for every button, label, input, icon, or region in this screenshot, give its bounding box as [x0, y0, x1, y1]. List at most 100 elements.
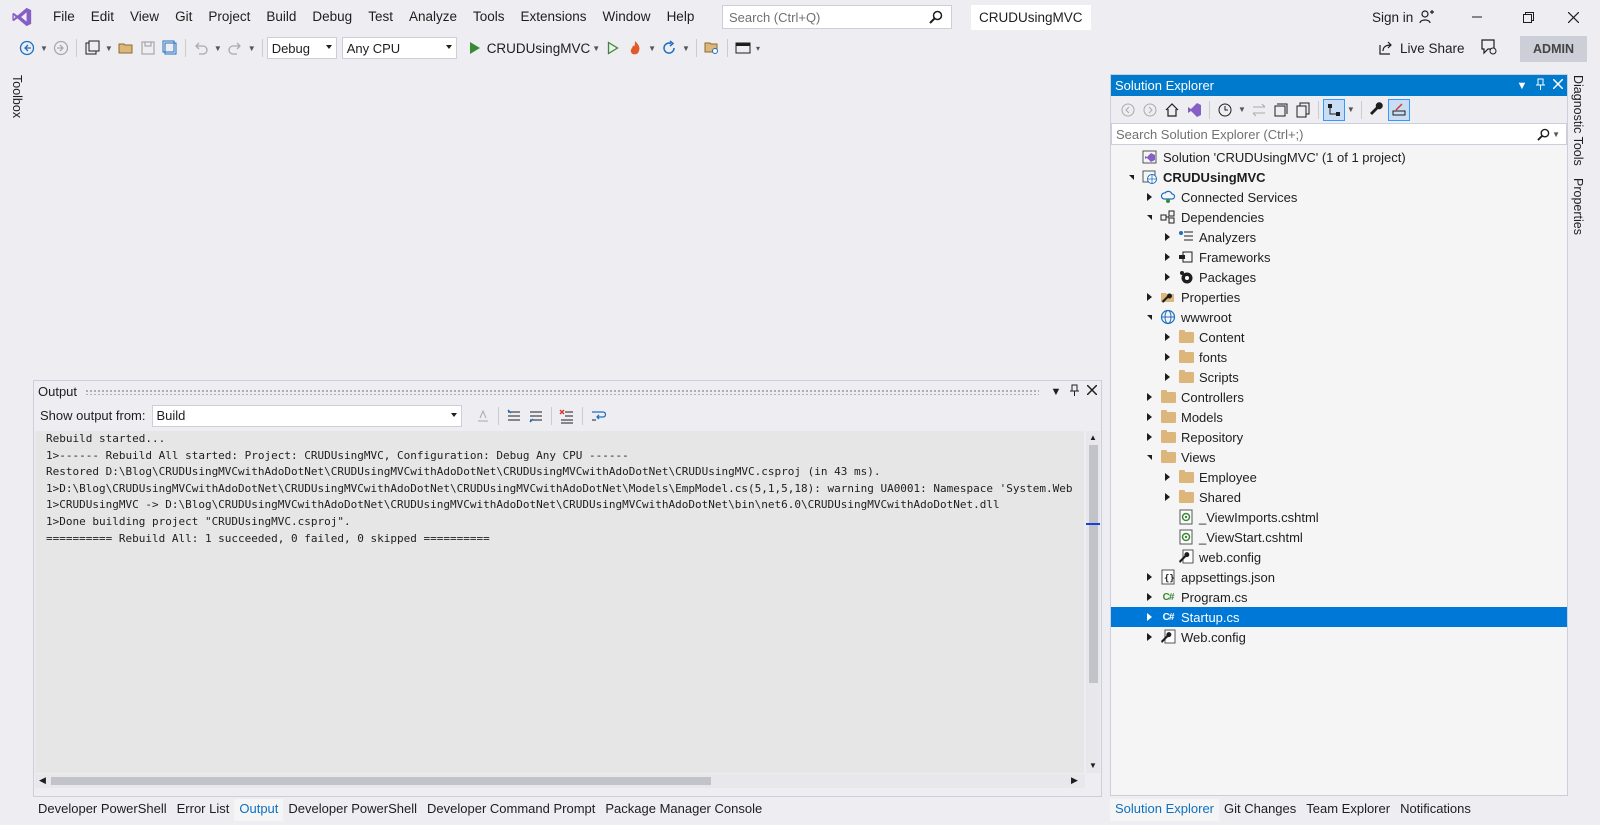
tree-item[interactable]: C# Startup.cs — [1111, 607, 1567, 627]
collapse-arrow-icon[interactable] — [1141, 447, 1157, 467]
scrollbar-thumb[interactable] — [51, 777, 711, 785]
pin-icon[interactable] — [1531, 78, 1549, 93]
open-file-button[interactable] — [115, 37, 137, 59]
hot-reload-button[interactable] — [624, 37, 646, 59]
collapse-arrow-icon[interactable] — [1123, 167, 1139, 187]
back-button[interactable] — [1117, 99, 1139, 121]
tree-item[interactable]: Web.config — [1111, 627, 1567, 647]
tree-item[interactable]: _ViewImports.cshtml — [1111, 507, 1567, 527]
menu-analyze[interactable]: Analyze — [401, 0, 465, 34]
tree-item[interactable]: Dependencies — [1111, 207, 1567, 227]
chevron-down-icon[interactable]: ▼ — [1238, 105, 1246, 114]
output-vertical-scrollbar[interactable]: ▲ ▼ — [1086, 431, 1100, 773]
expand-arrow-icon[interactable] — [1141, 627, 1157, 647]
tree-item[interactable]: Solution 'CRUDUsingMVC' (1 of 1 project) — [1111, 147, 1567, 167]
expand-arrow-icon[interactable] — [1141, 427, 1157, 447]
sign-in-button[interactable]: Sign in — [1372, 0, 1435, 34]
tree-item[interactable]: Frameworks — [1111, 247, 1567, 267]
forward-button[interactable] — [1139, 99, 1161, 121]
solution-explorer-title-bar[interactable]: Solution Explorer ▼ — [1111, 75, 1567, 96]
tab-developer-powershell[interactable]: Developer PowerShell — [33, 799, 172, 821]
menu-test[interactable]: Test — [360, 0, 401, 34]
find-in-files-button[interactable] — [701, 37, 723, 59]
expand-arrow-icon[interactable] — [1141, 607, 1157, 627]
chevron-down-icon[interactable]: ▼ — [682, 44, 690, 53]
save-button[interactable] — [137, 37, 159, 59]
live-share-button[interactable]: Live Share — [1378, 37, 1465, 59]
tree-view-toggle-button[interactable] — [1322, 98, 1345, 121]
output-title-bar[interactable]: Output ▼ — [34, 381, 1101, 402]
output-horizontal-scrollbar[interactable]: ◀ ▶ — [35, 774, 1085, 788]
expand-arrow-icon[interactable] — [1141, 407, 1157, 427]
scroll-left-icon[interactable]: ◀ — [39, 775, 46, 786]
chevron-down-icon[interactable]: ▼ — [592, 44, 600, 53]
feedback-button[interactable] — [1480, 38, 1498, 59]
menu-edit[interactable]: Edit — [83, 0, 122, 34]
expand-arrow-icon[interactable] — [1159, 367, 1175, 387]
tab-developer-command-prompt[interactable]: Developer Command Prompt — [422, 799, 600, 821]
tree-item[interactable]: Repository — [1111, 427, 1567, 447]
tree-item[interactable]: _ViewStart.cshtml — [1111, 527, 1567, 547]
show-all-files-button[interactable] — [1292, 99, 1314, 121]
start-debugging-button[interactable]: CRUDUsingMVC — [469, 41, 590, 56]
clear-all-button[interactable] — [556, 405, 578, 427]
tree-item[interactable]: CRUDUsingMVC — [1111, 167, 1567, 187]
switch-views-button[interactable] — [1183, 99, 1205, 121]
close-window-button[interactable] — [1550, 0, 1596, 34]
expand-arrow-icon[interactable] — [1159, 347, 1175, 367]
start-without-debugging-button[interactable] — [602, 37, 624, 59]
new-project-button[interactable] — [81, 37, 103, 59]
pin-icon[interactable] — [1065, 384, 1083, 399]
window-menu-icon[interactable]: ▼ — [1047, 386, 1065, 398]
chevron-down-icon[interactable]: ▾ — [756, 44, 760, 53]
expand-arrow-icon[interactable] — [1159, 267, 1175, 287]
restore-button[interactable] — [1505, 0, 1551, 34]
sync-with-active-document-button[interactable] — [1248, 99, 1270, 121]
tree-item[interactable]: Packages — [1111, 267, 1567, 287]
close-icon[interactable] — [1549, 78, 1567, 92]
tab-team-explorer[interactable]: Team Explorer — [1301, 799, 1395, 821]
collapse-arrow-icon[interactable] — [1141, 307, 1157, 327]
scroll-right-icon[interactable]: ▶ — [1071, 775, 1078, 786]
chevron-down-icon[interactable]: ▼ — [40, 44, 48, 53]
tree-item[interactable]: fonts — [1111, 347, 1567, 367]
tree-item[interactable]: C# Program.cs — [1111, 587, 1567, 607]
diagnostic-tools-tab[interactable]: Diagnostic Tools — [1571, 75, 1585, 166]
find-message-button[interactable] — [472, 405, 494, 427]
output-text-area[interactable]: Rebuild started... 1>------ Rebuild All s… — [35, 431, 1084, 773]
expand-arrow-icon[interactable] — [1141, 287, 1157, 307]
tab-developer-powershell[interactable]: Developer PowerShell — [283, 799, 422, 821]
pending-changes-filter-button[interactable] — [1214, 99, 1236, 121]
tree-item[interactable]: Employee — [1111, 467, 1567, 487]
close-icon[interactable] — [1083, 384, 1101, 398]
tab-git-changes[interactable]: Git Changes — [1219, 799, 1301, 821]
chevron-down-icon[interactable]: ▼ — [248, 44, 256, 53]
collapse-arrow-icon[interactable] — [1141, 207, 1157, 227]
minimize-button[interactable] — [1454, 0, 1500, 34]
menu-help[interactable]: Help — [659, 0, 703, 34]
chevron-down-icon[interactable]: ▼ — [105, 44, 113, 53]
search-box[interactable]: Search (Ctrl+Q) — [722, 5, 952, 29]
expand-arrow-icon[interactable] — [1159, 327, 1175, 347]
chevron-down-icon[interactable]: ▼ — [1347, 105, 1355, 114]
tab-package-manager-console[interactable]: Package Manager Console — [600, 799, 767, 821]
platform-dropdown[interactable]: Any CPU — [341, 37, 457, 59]
menu-debug[interactable]: Debug — [304, 0, 360, 34]
configuration-dropdown[interactable]: Debug — [266, 37, 337, 59]
tree-item[interactable]: Connected Services — [1111, 187, 1567, 207]
undo-button[interactable] — [190, 37, 212, 59]
tree-item[interactable]: {} appsettings.json — [1111, 567, 1567, 587]
scroll-up-icon[interactable]: ▲ — [1089, 433, 1097, 442]
menu-view[interactable]: View — [122, 0, 167, 34]
menu-project[interactable]: Project — [200, 0, 258, 34]
next-message-button[interactable] — [525, 405, 547, 427]
output-source-dropdown[interactable]: Build — [151, 404, 462, 427]
menu-tools[interactable]: Tools — [465, 0, 513, 34]
preview-selected-items-button[interactable] — [1387, 98, 1410, 121]
tree-item[interactable]: web.config — [1111, 547, 1567, 567]
tab-output[interactable]: Output — [234, 799, 284, 821]
properties-tab[interactable]: Properties — [1571, 178, 1585, 235]
expand-arrow-icon[interactable] — [1159, 467, 1175, 487]
expand-arrow-icon[interactable] — [1141, 187, 1157, 207]
properties-button[interactable] — [1366, 99, 1388, 121]
